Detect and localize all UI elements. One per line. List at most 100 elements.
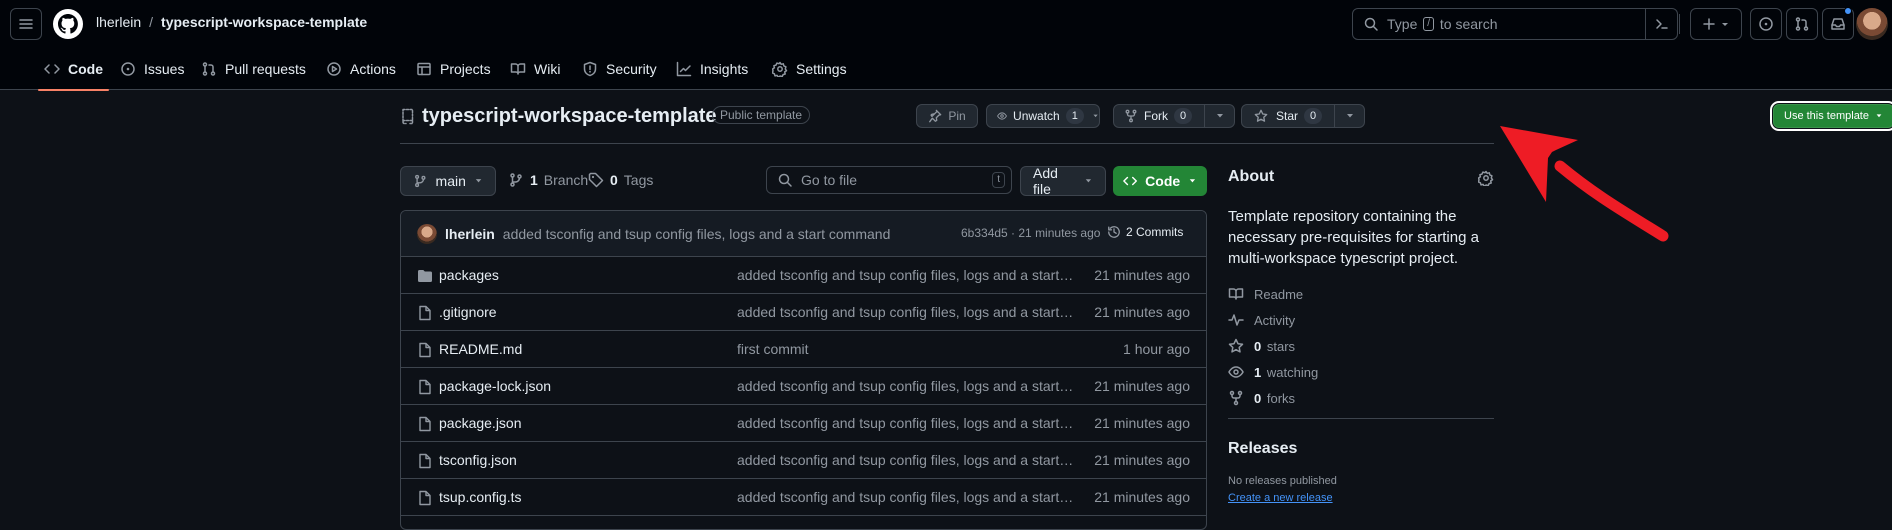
- releases-title[interactable]: Releases: [1228, 440, 1297, 458]
- repo-name[interactable]: typescript-workspace-template: [422, 105, 717, 128]
- file-commit-message[interactable]: added tsconfig and tsup config files, lo…: [737, 489, 1077, 505]
- unwatch-label: Unwatch: [1013, 109, 1060, 123]
- file-commit-message[interactable]: added tsconfig and tsup config files, lo…: [737, 378, 1077, 394]
- use-template-button[interactable]: Use this template: [1770, 101, 1892, 131]
- fork-label: Fork: [1144, 109, 1168, 123]
- pull-request-icon: [202, 62, 216, 76]
- go-to-file-input[interactable]: Go to file t: [766, 166, 1012, 194]
- tab-label: Settings: [796, 61, 847, 77]
- watch-count: 1: [1065, 108, 1084, 124]
- branch-icon: [510, 173, 522, 187]
- tab-code[interactable]: Code: [38, 48, 109, 91]
- file-commit-message[interactable]: added tsconfig and tsup config files, lo…: [737, 267, 1077, 283]
- repo-link[interactable]: typescript-workspace-template: [161, 14, 367, 30]
- tab-issues[interactable]: Issues: [120, 48, 184, 90]
- author-avatar[interactable]: [417, 223, 437, 244]
- file-name-link[interactable]: tsup.config.ts: [439, 489, 522, 505]
- tab-label: Insights: [700, 61, 749, 77]
- chevron-down-icon: [1876, 114, 1882, 118]
- tag-count: 0: [610, 172, 618, 188]
- gear-icon[interactable]: [1478, 170, 1494, 186]
- file-name-link[interactable]: package-lock.json: [439, 378, 551, 394]
- readme-label: Readme: [1254, 286, 1304, 302]
- file-table: lherlein added tsconfig and tsup config …: [400, 210, 1207, 530]
- notification-dot: [1844, 7, 1852, 15]
- tag-icon: [588, 172, 604, 188]
- fork-button[interactable]: Fork 0: [1113, 104, 1235, 128]
- issues-button[interactable]: [1750, 8, 1782, 40]
- command-palette-button[interactable]: [1645, 8, 1677, 40]
- tags-link[interactable]: 0 Tags: [588, 172, 653, 188]
- pin-button[interactable]: Pin: [916, 104, 978, 128]
- commits-link[interactable]: 2 Commits: [1107, 225, 1183, 239]
- tab-insights[interactable]: Insights: [676, 48, 748, 90]
- create-new-button[interactable]: [1690, 8, 1742, 40]
- commit-sha-time[interactable]: 6b334d5 · 21 minutes ago: [961, 226, 1100, 240]
- file-commit-message[interactable]: added tsconfig and tsup config files, lo…: [737, 452, 1077, 468]
- file-commit-message[interactable]: added tsconfig and tsup config files, lo…: [737, 304, 1077, 320]
- search-prefix: Type: [1387, 16, 1418, 32]
- file-icon: [417, 342, 433, 358]
- search-input[interactable]: Type / to search: [1352, 8, 1678, 40]
- unwatch-button[interactable]: Unwatch 1: [986, 104, 1100, 128]
- file-commit-time: 21 minutes ago: [1094, 489, 1190, 505]
- tab-settings[interactable]: Settings: [772, 48, 847, 90]
- file-name-link[interactable]: .gitignore: [439, 304, 497, 320]
- go-to-file-shortcut: t: [992, 172, 1005, 188]
- about-divider: [1228, 418, 1494, 419]
- tab-actions[interactable]: Actions: [326, 48, 396, 90]
- chevron-down-icon: [475, 179, 482, 183]
- fork-dropdown[interactable]: [1204, 105, 1234, 127]
- fork-icon: [1229, 390, 1243, 406]
- commit-author[interactable]: lherlein: [445, 226, 495, 242]
- tab-projects[interactable]: Projects: [416, 48, 491, 90]
- terminal-icon: [1655, 19, 1668, 29]
- issue-icon: [121, 62, 135, 76]
- code-button[interactable]: Code: [1113, 166, 1207, 196]
- add-file-button[interactable]: Add file: [1020, 165, 1106, 197]
- file-icon: [417, 453, 433, 469]
- forks-label: forks: [1266, 390, 1296, 406]
- repo-nav: Code Issues Pull requests Actions Projec…: [0, 48, 1892, 91]
- breadcrumb-separator: /: [149, 14, 154, 30]
- create-release-link[interactable]: Create a new release: [1228, 492, 1333, 504]
- go-to-file-placeholder: Go to file: [801, 172, 858, 188]
- file-name-link[interactable]: README.md: [439, 341, 522, 357]
- readme-link[interactable]: Readme: [1228, 286, 1303, 302]
- tab-security[interactable]: Security: [582, 48, 657, 90]
- owner-link[interactable]: lherlein: [96, 14, 141, 30]
- tab-wiki[interactable]: Wiki: [510, 48, 560, 90]
- watching-link[interactable]: 1 watching: [1228, 364, 1318, 380]
- activity-link[interactable]: Activity: [1228, 312, 1295, 328]
- pull-requests-button[interactable]: [1786, 8, 1818, 40]
- forks-count: 0: [1254, 390, 1262, 406]
- global-header: lherlein / typescript-workspace-template…: [0, 0, 1892, 48]
- tab-pull-requests[interactable]: Pull requests: [201, 48, 306, 90]
- chevron-down-icon: [1085, 179, 1092, 183]
- file-icon: [417, 416, 433, 432]
- star-button[interactable]: Star 0: [1241, 104, 1365, 128]
- menu-button[interactable]: [10, 8, 42, 40]
- stars-link[interactable]: 0 stars: [1228, 338, 1295, 354]
- file-name-link[interactable]: tsconfig.json: [439, 452, 517, 468]
- activity-label: Activity: [1254, 312, 1296, 328]
- file-commit-message[interactable]: first commit: [737, 341, 1077, 357]
- file-commit-message[interactable]: added tsconfig and tsup config files, lo…: [737, 415, 1077, 431]
- use-template-label: Use this template: [1784, 110, 1869, 122]
- pulse-icon: [1228, 314, 1244, 326]
- header-divider: [1679, 14, 1680, 34]
- user-avatar[interactable]: [1856, 8, 1888, 40]
- forks-link[interactable]: 0 forks: [1228, 390, 1295, 406]
- branches-link[interactable]: 1 Branch: [508, 172, 588, 188]
- commit-message[interactable]: added tsconfig and tsup config files, lo…: [503, 226, 891, 242]
- github-logo-icon[interactable]: [52, 8, 84, 40]
- inbox-icon: [1831, 18, 1845, 30]
- star-dropdown[interactable]: [1334, 105, 1364, 127]
- pin-icon: [929, 109, 942, 123]
- file-commit-time: 21 minutes ago: [1094, 452, 1190, 468]
- code-icon: [44, 64, 60, 74]
- file-name-link[interactable]: package.json: [439, 415, 522, 431]
- file-name-link[interactable]: packages: [439, 267, 499, 283]
- table-row: package.json added tsconfig and tsup conf…: [401, 405, 1206, 442]
- branch-selector[interactable]: main: [400, 166, 496, 196]
